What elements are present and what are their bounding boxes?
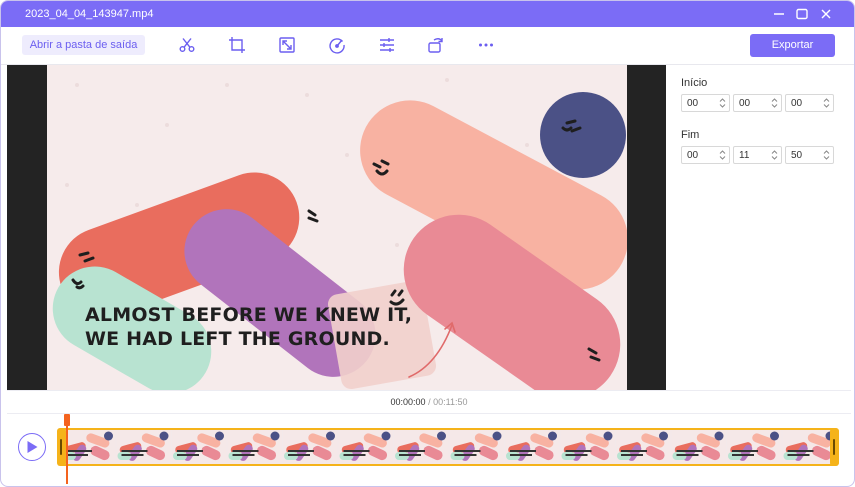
- title-bar: 2023_04_04_143947.mp4: [1, 1, 854, 27]
- time-readout: 00:00:00 / 00:11:50: [7, 397, 851, 407]
- thumbnail-frame: [616, 430, 671, 464]
- thumbnail-frame: [505, 430, 560, 464]
- maximize-icon[interactable]: [794, 6, 810, 22]
- playhead-marker[interactable]: [64, 414, 70, 426]
- start-minutes-input[interactable]: 00: [733, 94, 782, 112]
- timeline: [7, 414, 851, 484]
- scissors-icon[interactable]: [178, 36, 196, 54]
- app-window: 2023_04_04_143947.mp4 Abrir a pasta de s…: [0, 0, 855, 487]
- start-hours-input[interactable]: 00: [681, 94, 730, 112]
- thumbnail-frame: [116, 430, 171, 464]
- crop-icon[interactable]: [228, 36, 246, 54]
- rotate-icon[interactable]: [427, 36, 445, 54]
- trim-start-handle[interactable]: [57, 428, 66, 466]
- more-icon[interactable]: [477, 36, 495, 54]
- caption-line-1: ALMOST BEFORE WE KNEW IT,: [85, 304, 413, 326]
- spinner-icon[interactable]: [719, 97, 726, 109]
- start-seconds-value: 00: [791, 98, 803, 109]
- end-hours-input[interactable]: 00: [681, 146, 730, 164]
- play-button[interactable]: [18, 433, 46, 461]
- thumbnail-frame: [338, 430, 393, 464]
- thumbnail-frame: [394, 430, 449, 464]
- thumbnail-frame: [782, 430, 837, 464]
- caption-line-2: WE HAD LEFT THE GROUND.: [85, 328, 390, 350]
- thumbnail-frame: [727, 430, 782, 464]
- video-caption: ALMOST BEFORE WE KNEW IT, WE HAD LEFT TH…: [85, 303, 412, 351]
- minimize-icon[interactable]: [771, 6, 787, 22]
- trim-panel: Início 00 00 00 Fim 00 11 50: [667, 65, 851, 390]
- current-time: 00:00:00: [390, 397, 426, 407]
- end-label: Fim: [681, 129, 700, 141]
- video-preview: ALMOST BEFORE WE KNEW IT, WE HAD LEFT TH…: [7, 65, 666, 390]
- trim-end-handle[interactable]: [830, 428, 839, 466]
- thumbnail-frame: [227, 430, 282, 464]
- start-seconds-input[interactable]: 00: [785, 94, 834, 112]
- start-label: Início: [681, 77, 708, 89]
- thumbnail-frame: [172, 430, 227, 464]
- adjust-icon[interactable]: [378, 36, 396, 54]
- thumbnail-frame: [449, 430, 504, 464]
- end-seconds-value: 50: [791, 150, 803, 161]
- thumbnail-frame: [560, 430, 615, 464]
- speed-icon[interactable]: [328, 36, 346, 54]
- thumbnail-frame: [671, 430, 726, 464]
- time-separator: /: [425, 397, 434, 407]
- open-output-folder-button[interactable]: Abrir a pasta de saída: [22, 35, 145, 55]
- end-minutes-input[interactable]: 11: [733, 146, 782, 164]
- spinner-icon[interactable]: [771, 149, 778, 161]
- end-hours-value: 00: [687, 150, 699, 161]
- start-hours-value: 00: [687, 98, 699, 109]
- spinner-icon[interactable]: [771, 97, 778, 109]
- play-icon: [27, 441, 38, 453]
- thumbnail-frame: [283, 430, 338, 464]
- toolbar: Abrir a pasta de saída Exportar: [1, 27, 854, 65]
- close-icon[interactable]: [818, 6, 834, 22]
- spinner-icon[interactable]: [719, 149, 726, 161]
- clip-thumbnails: [61, 430, 837, 464]
- window-title: 2023_04_04_143947.mp4: [25, 8, 154, 20]
- time-display: 00:00:00 / 00:11:50: [7, 390, 851, 414]
- export-button[interactable]: Exportar: [750, 34, 835, 57]
- video-frame: ALMOST BEFORE WE KNEW IT, WE HAD LEFT TH…: [47, 65, 627, 390]
- spinner-icon[interactable]: [823, 149, 830, 161]
- resize-icon[interactable]: [278, 36, 296, 54]
- timeline-clip[interactable]: [58, 428, 839, 466]
- total-time: 00:11:50: [433, 397, 468, 407]
- end-minutes-value: 11: [739, 150, 750, 161]
- thumbnail-frame: [61, 430, 116, 464]
- spinner-icon[interactable]: [823, 97, 830, 109]
- end-seconds-input[interactable]: 50: [785, 146, 834, 164]
- start-minutes-value: 00: [739, 98, 751, 109]
